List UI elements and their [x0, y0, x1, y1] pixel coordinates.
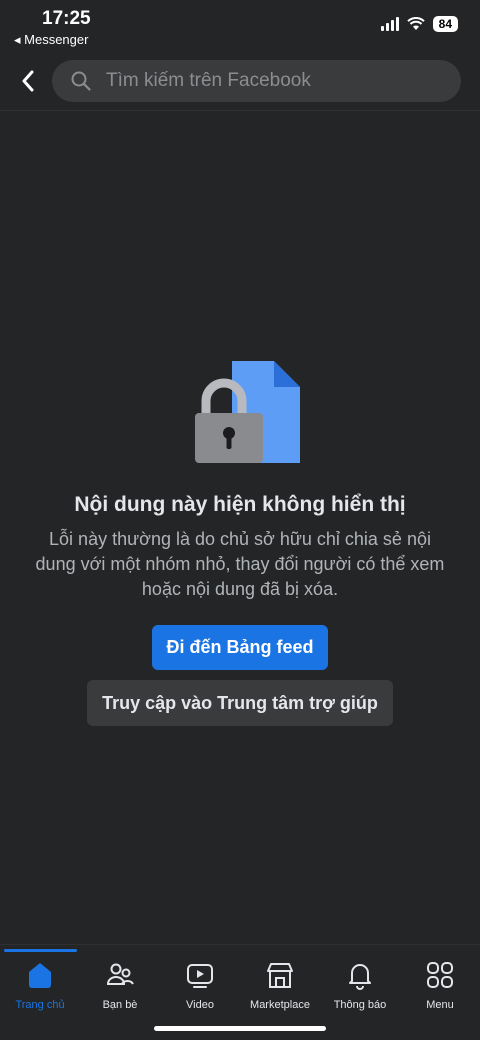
tab-friends[interactable]: Bạn bè	[80, 959, 160, 1011]
back-button[interactable]	[14, 66, 42, 96]
signal-icon	[380, 17, 399, 31]
tab-video[interactable]: Video	[160, 959, 240, 1011]
battery-indicator: 84	[432, 16, 458, 32]
menu-grid-icon	[424, 959, 456, 991]
tab-menu[interactable]: Menu	[400, 959, 480, 1011]
status-bar: 17:25 ◂ Messenger 84	[0, 0, 480, 52]
home-indicator-bar[interactable]	[154, 1026, 326, 1031]
tab-label: Menu	[426, 999, 454, 1011]
tab-home[interactable]: Trang chủ	[0, 959, 80, 1011]
tab-label: Video	[186, 999, 214, 1011]
top-bar: Tìm kiếm trên Facebook	[0, 56, 480, 111]
tab-label: Bạn bè	[102, 999, 138, 1011]
bottom-tab-bar: Trang chủ Bạn bè Video Marketplace Thông…	[0, 944, 480, 1040]
search-input[interactable]: Tìm kiếm trên Facebook	[52, 60, 461, 102]
content-unavailable-message: Nội dung này hiện không hiển thị Lỗi này…	[0, 355, 480, 726]
marketplace-icon	[264, 959, 296, 991]
locked-content-illustration	[180, 355, 300, 471]
wifi-icon	[406, 17, 425, 30]
help-center-button[interactable]: Truy cập vào Trung tâm trợ giúp	[87, 680, 393, 726]
video-icon	[184, 959, 216, 991]
chevron-left-icon	[22, 70, 34, 92]
message-description: Lỗi này thường là do chủ sở hữu chỉ chia…	[35, 529, 445, 599]
friends-icon	[104, 959, 136, 991]
tab-notifications[interactable]: Thông báo	[320, 959, 400, 1011]
search-icon	[70, 70, 92, 92]
search-placeholder: Tìm kiếm trên Facebook	[106, 70, 311, 91]
back-to-app-link[interactable]: ◂ Messenger	[14, 32, 88, 48]
home-icon	[24, 959, 56, 991]
tab-label: Trang chủ	[15, 999, 65, 1011]
status-time: 17:25	[42, 8, 91, 29]
tab-marketplace[interactable]: Marketplace	[240, 959, 320, 1011]
message-heading: Nội dung này hiện không hiển thị	[74, 493, 406, 516]
status-indicators: 84	[380, 16, 458, 32]
tab-label: Thông báo	[333, 999, 387, 1011]
active-tab-indicator	[4, 949, 77, 952]
lock-document-icon	[195, 361, 300, 463]
go-to-feed-button[interactable]: Đi đến Bảng feed	[152, 625, 328, 670]
tab-label: Marketplace	[250, 999, 310, 1011]
bell-icon	[344, 959, 376, 991]
